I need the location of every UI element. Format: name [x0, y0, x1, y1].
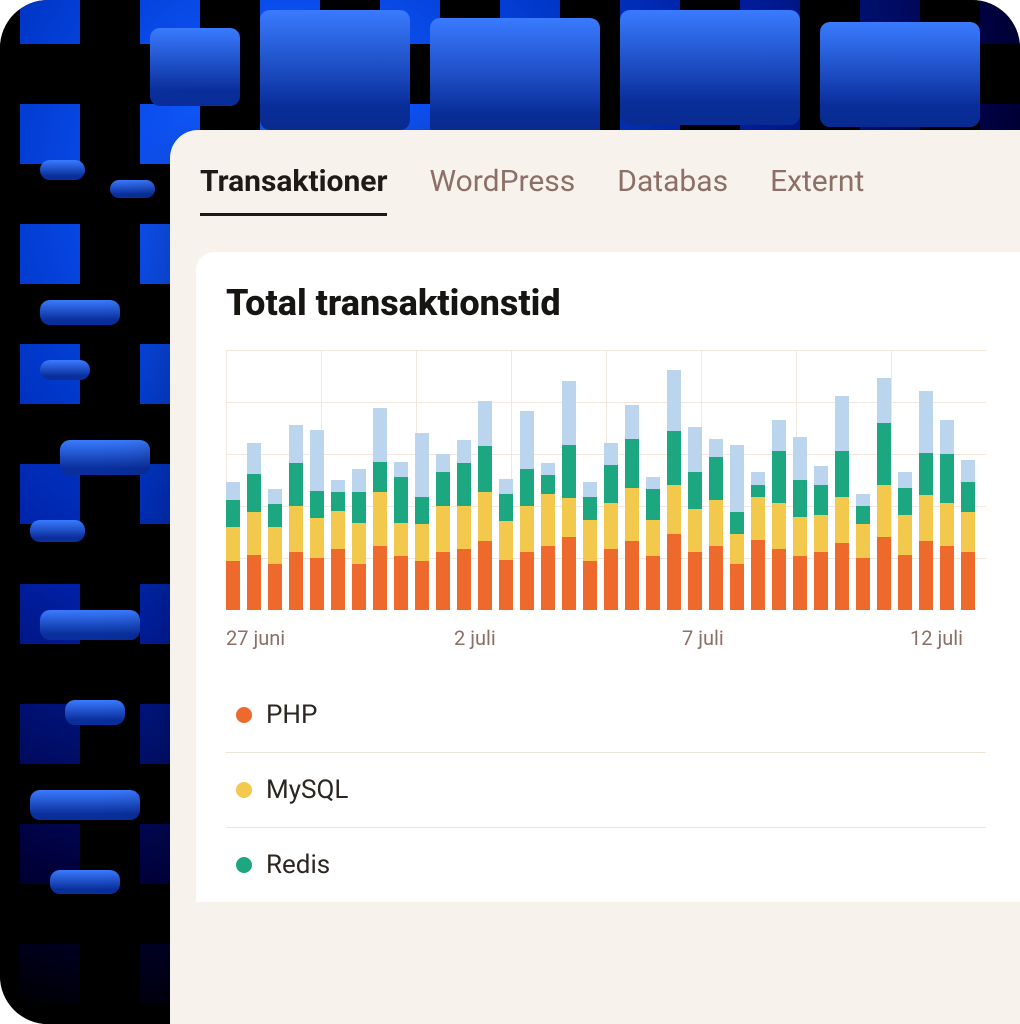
bar — [415, 433, 429, 610]
bar — [520, 411, 534, 610]
x-tick-label: 7 juli — [682, 626, 724, 650]
tab-bar: Transaktioner WordPress Databas Externt — [170, 130, 1020, 230]
bar — [625, 405, 639, 610]
legend-label: MySQL — [266, 775, 348, 805]
chart-x-axis: 27 juni 2 juli 7 juli 12 juli — [226, 622, 986, 652]
bar — [394, 462, 408, 610]
bar — [688, 427, 702, 611]
bar — [541, 463, 555, 610]
bar — [499, 479, 513, 611]
bar — [226, 482, 240, 610]
chart-bars — [226, 350, 986, 610]
bar — [604, 443, 618, 610]
bar — [919, 391, 933, 610]
bar — [352, 469, 366, 610]
bar — [751, 472, 765, 610]
bar — [247, 443, 261, 610]
bar — [940, 420, 954, 610]
dashboard-panel: Transaktioner WordPress Databas Externt … — [170, 130, 1020, 1024]
bar — [667, 370, 681, 610]
legend-dot-icon — [236, 857, 252, 873]
legend-dot-icon — [236, 707, 252, 723]
chart-legend: PHP MySQL Redis — [226, 678, 986, 902]
bar — [961, 460, 975, 610]
chart-card: Total transaktionstid 27 juni 2 juli 7 jul… — [196, 252, 1020, 902]
bar — [814, 466, 828, 610]
tab-external[interactable]: Externt — [770, 164, 864, 216]
x-tick-label: 2 juli — [454, 626, 496, 650]
legend-dot-icon — [236, 782, 252, 798]
x-tick-label: 27 juni — [226, 626, 285, 650]
tab-wordpress[interactable]: WordPress — [429, 164, 575, 216]
bar — [877, 378, 891, 610]
bar — [373, 408, 387, 610]
legend-item-mysql[interactable]: MySQL — [226, 752, 986, 827]
bar — [730, 445, 744, 610]
bar — [772, 420, 786, 610]
bar — [562, 381, 576, 610]
bar — [583, 482, 597, 610]
bar — [835, 396, 849, 610]
bar — [331, 480, 345, 610]
chart-title: Total transaktionstid — [226, 282, 1020, 324]
bar — [457, 440, 471, 610]
legend-label: PHP — [266, 700, 317, 730]
legend-item-php[interactable]: PHP — [226, 678, 986, 752]
bar — [268, 489, 282, 610]
stacked-bar-chart — [226, 350, 986, 610]
x-tick-label: 12 juli — [910, 626, 963, 650]
bar — [856, 494, 870, 610]
bar — [646, 477, 660, 610]
tab-database[interactable]: Databas — [617, 164, 728, 216]
bar — [709, 439, 723, 610]
legend-label: Redis — [266, 850, 330, 880]
tab-transactions[interactable]: Transaktioner — [200, 164, 387, 216]
bar — [310, 430, 324, 610]
bar — [478, 401, 492, 611]
bar — [793, 437, 807, 610]
bar — [289, 425, 303, 610]
bar — [436, 454, 450, 610]
legend-item-redis[interactable]: Redis — [226, 827, 986, 902]
bar — [898, 472, 912, 610]
